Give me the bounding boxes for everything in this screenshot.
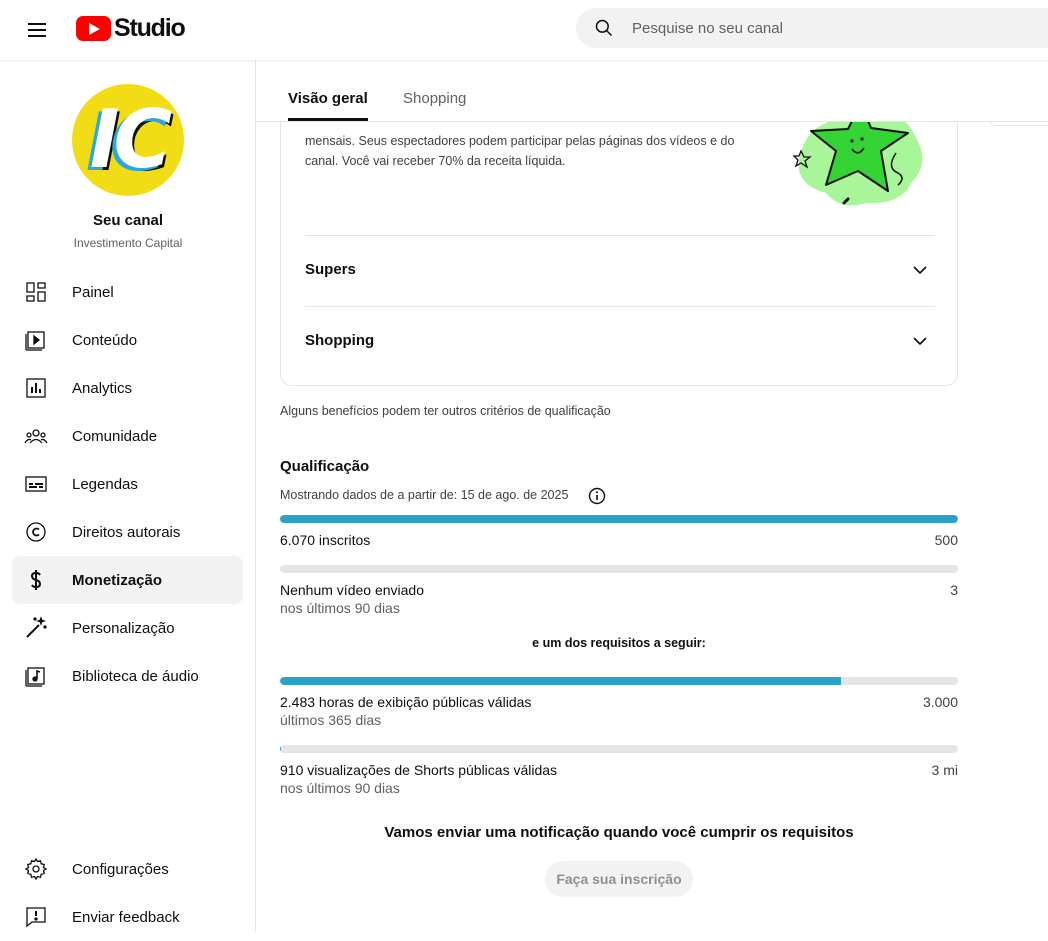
requirement-target: 3.000 <box>923 694 958 710</box>
accordion-shopping-label[interactable]: Shopping <box>305 332 374 349</box>
requirement-label: 2.483 horas de exibição públicas válidas <box>280 694 531 710</box>
sidebar-item-label: Enviar feedback <box>72 909 180 926</box>
sidebar-bottom-nav: Configurações Enviar feedback <box>12 845 243 941</box>
or-requirements-text: e um dos requisitos a seguir: <box>280 636 958 650</box>
info-icon[interactable] <box>588 487 606 505</box>
sidebar-item-label: Direitos autorais <box>72 524 180 541</box>
sidebar-nav: Painel Conteúdo Analytics Comunidade Leg… <box>12 268 243 700</box>
subtitles-icon <box>24 472 48 496</box>
sidebar-item-label: Configurações <box>72 861 169 878</box>
youtube-logo-icon <box>76 16 111 41</box>
search-bar <box>576 8 1048 48</box>
community-icon <box>24 424 48 448</box>
copyright-icon <box>24 520 48 544</box>
qualification-date: Mostrando dados de a partir de: 15 de ag… <box>280 488 568 502</box>
divider <box>305 235 935 236</box>
benefit-description: mensais. Seus espectadores podem partici… <box>305 131 765 171</box>
dashboard-icon <box>24 280 48 304</box>
feedback-icon <box>24 905 48 929</box>
requirement-period: nos últimos 90 dias <box>280 600 400 616</box>
avatar-logo: IC <box>72 88 184 192</box>
active-tab-indicator <box>288 118 368 121</box>
progress-bar-subscribers <box>280 515 958 523</box>
notification-text: Vamos enviar uma notificação quando você… <box>280 824 958 841</box>
star-illustration <box>786 122 936 213</box>
qualification-title: Qualificação <box>280 458 369 475</box>
sidebar-item-monetizacao[interactable]: Monetização <box>12 556 243 604</box>
dollar-icon <box>24 568 48 592</box>
sidebar-item-painel[interactable]: Painel <box>12 268 243 316</box>
requirement-period: últimos 365 dias <box>280 712 381 728</box>
chevron-down-icon[interactable] <box>911 332 929 350</box>
sidebar-item-label: Conteúdo <box>72 332 137 349</box>
progress-bar-videos <box>280 565 958 573</box>
channel-name: Investimento Capital <box>0 236 256 250</box>
magic-wand-icon <box>24 616 48 640</box>
sidebar-item-label: Personalização <box>72 620 175 637</box>
sidebar-item-comunidade[interactable]: Comunidade <box>12 412 243 460</box>
benefits-card: mensais. Seus espectadores podem partici… <box>280 122 958 386</box>
requirement-label: 6.070 inscritos <box>280 532 370 548</box>
qualification-note: Alguns benefícios podem ter outros crité… <box>280 404 611 418</box>
channel-title: Seu canal <box>0 212 256 229</box>
progress-fill <box>280 677 841 685</box>
progress-bar-watch-hours <box>280 677 958 685</box>
sidebar-item-label: Painel <box>72 284 114 301</box>
requirement-target: 3 mi <box>932 762 958 778</box>
sidebar-item-personalizacao[interactable]: Personalização <box>12 604 243 652</box>
requirement-label: 910 visualizações de Shorts públicas vál… <box>280 762 557 778</box>
requirement-period: nos últimos 90 dias <box>280 780 400 796</box>
main-content: mensais. Seus espectadores podem partici… <box>256 122 1048 932</box>
subscribe-button[interactable]: Faça sua inscrição <box>545 861 693 897</box>
sidebar-item-configuracoes[interactable]: Configurações <box>12 845 243 893</box>
sidebar-item-label: Monetização <box>72 572 162 589</box>
avatar[interactable]: IC <box>72 84 184 196</box>
tab-bar: Visão geral Shopping <box>256 60 1048 122</box>
chevron-down-icon[interactable] <box>911 261 929 279</box>
sidebar-item-biblioteca-de-audio[interactable]: Biblioteca de áudio <box>12 652 243 700</box>
menu-icon[interactable] <box>26 18 50 42</box>
sidebar: IC Seu canal Investimento Capital Painel… <box>0 60 256 932</box>
tab-shopping[interactable]: Shopping <box>403 90 466 107</box>
studio-wordmark: Studio <box>114 14 185 43</box>
sidebar-item-label: Comunidade <box>72 428 157 445</box>
accordion-supers-label[interactable]: Supers <box>305 261 356 278</box>
sidebar-item-enviar-feedback[interactable]: Enviar feedback <box>12 893 243 941</box>
sidebar-item-analytics[interactable]: Analytics <box>12 364 243 412</box>
requirement-label: Nenhum vídeo enviado <box>280 582 424 598</box>
search-icon[interactable] <box>594 18 614 38</box>
content-icon <box>24 328 48 352</box>
sidebar-item-legendas[interactable]: Legendas <box>12 460 243 508</box>
sidebar-item-label: Analytics <box>72 380 132 397</box>
requirement-target: 3 <box>950 582 958 598</box>
top-bar: Studio <box>0 0 1048 60</box>
side-panel-edge <box>988 122 1048 126</box>
search-input[interactable] <box>632 8 1032 48</box>
tab-visao-geral[interactable]: Visão geral <box>288 90 368 107</box>
sidebar-item-direitos-autorais[interactable]: Direitos autorais <box>12 508 243 556</box>
requirement-target: 500 <box>935 532 958 548</box>
gear-icon <box>24 857 48 881</box>
progress-fill <box>280 515 958 523</box>
divider <box>305 306 935 307</box>
sidebar-item-label: Legendas <box>72 476 138 493</box>
analytics-icon <box>24 376 48 400</box>
studio-logo[interactable]: Studio <box>76 14 185 43</box>
sidebar-item-label: Biblioteca de áudio <box>72 668 199 685</box>
progress-bar-shorts-views <box>280 745 958 753</box>
sidebar-item-conteudo[interactable]: Conteúdo <box>12 316 243 364</box>
audio-library-icon <box>24 664 48 688</box>
